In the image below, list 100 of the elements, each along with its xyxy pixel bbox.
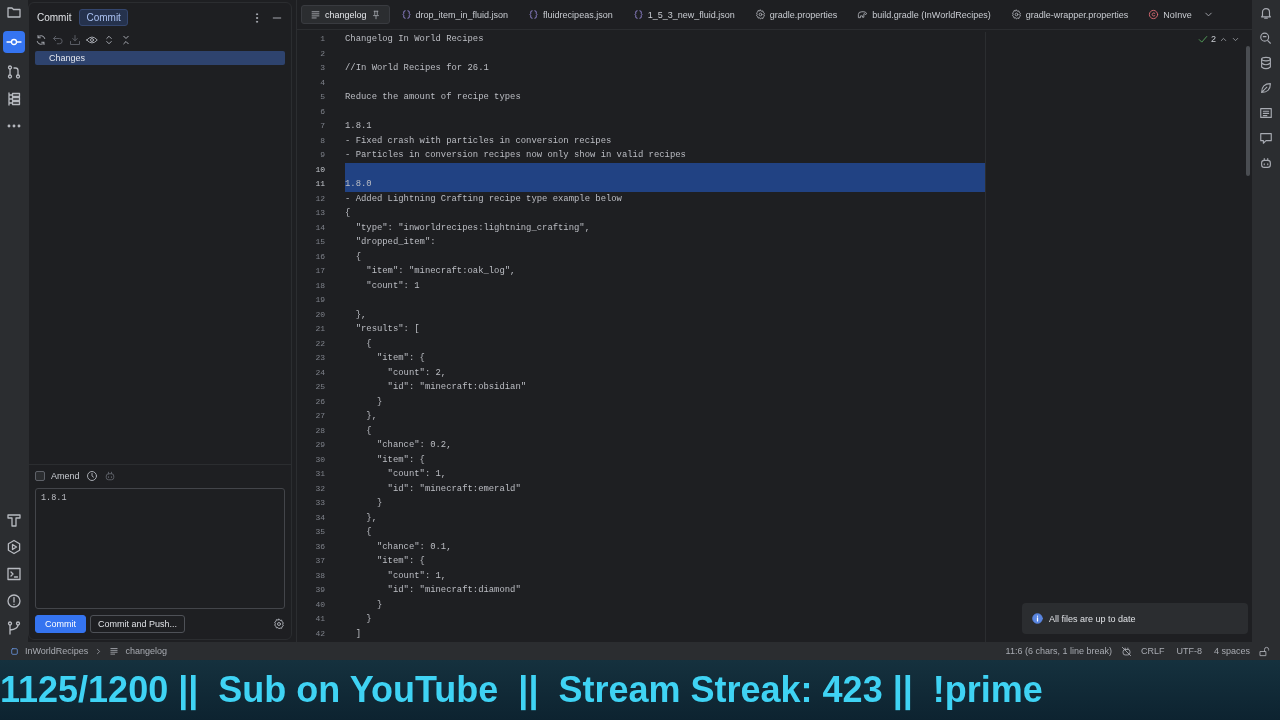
braces-icon (528, 9, 540, 20)
line-number: 6 (320, 106, 325, 116)
file-tab[interactable]: gradle.properties (745, 5, 847, 24)
amend-checkbox[interactable] (35, 471, 45, 481)
code-line: "item": { (375, 352, 426, 365)
file-tab[interactable]: NoInve (1139, 5, 1201, 24)
pin-icon[interactable] (370, 9, 381, 20)
refresh-icon[interactable] (35, 34, 47, 46)
line-number: 5 (320, 92, 325, 101)
inspection-count[interactable]: 2 (1211, 34, 1216, 44)
line-number: 31 (315, 469, 325, 478)
code-line: "id": "minecraft:emerald" (386, 482, 522, 496)
braces-icon (632, 9, 644, 20)
code-line: { (365, 337, 373, 351)
file-tab[interactable]: build.gradle (InWorldRecipes) (848, 5, 1000, 24)
line-number: 27 (315, 411, 325, 420)
database-icon[interactable] (1259, 56, 1273, 70)
line-number: 24 (315, 367, 325, 377)
code-line: { (365, 526, 373, 539)
line-number: 30 (315, 454, 325, 464)
text-file-icon (109, 646, 120, 656)
settings-icon[interactable] (273, 618, 285, 630)
hammer-icon[interactable] (6, 512, 22, 528)
code-line: "item": { (375, 555, 426, 568)
line-number: 40 (315, 599, 325, 609)
commit-and-push-button[interactable]: Commit and Push... (90, 615, 186, 633)
line-number: 37 (315, 556, 325, 565)
problems-icon[interactable] (6, 593, 22, 609)
module-icon (10, 646, 19, 656)
panel-title: Commit (37, 12, 72, 23)
gear-icon (754, 9, 766, 20)
line-number: 12 (315, 193, 325, 203)
changes-node[interactable]: Changes (35, 51, 285, 65)
code-line: }, (365, 410, 378, 423)
bell-icon[interactable] (1259, 6, 1273, 20)
commit-message-field[interactable]: 1.8.1 (35, 488, 285, 609)
code-line: 1.8.1 (345, 120, 373, 133)
code-line: "dropped_item": (354, 236, 437, 249)
amend-label[interactable]: Amend (51, 471, 80, 481)
code-line: }, (365, 511, 378, 525)
line-number: 14 (315, 222, 325, 232)
breadcrumb[interactable]: InWorldRecipes (25, 646, 89, 656)
terminal-icon[interactable] (6, 566, 22, 582)
collapse-icon[interactable] (120, 34, 132, 46)
code-line: ] (354, 627, 362, 641)
tab-label: fluidrecipeas.json (543, 9, 613, 20)
line-number: 39 (315, 585, 325, 594)
list-icon[interactable] (1259, 106, 1273, 120)
git-branch-icon[interactable] (6, 620, 22, 636)
bot-icon[interactable] (1259, 156, 1273, 170)
code-line: { (354, 250, 362, 264)
info-icon (1032, 613, 1043, 624)
line-number: 19 (315, 295, 325, 304)
line-number: 16 (315, 251, 325, 261)
indent-setting[interactable]: 4 spaces (1213, 646, 1250, 656)
file-tab[interactable]: drop_item_in_fluid.json (391, 5, 518, 24)
file-tab[interactable]: 1_5_3_new_fluid.json (623, 5, 744, 24)
caret-position[interactable]: 11:6 (6 chars, 1 line break) (1005, 646, 1112, 656)
run-icon[interactable] (6, 539, 22, 555)
code-line: "results": [ (354, 323, 421, 336)
commit-button[interactable]: Commit (35, 615, 86, 633)
code-line: //In World Recipes for 26.1 (345, 62, 490, 75)
line-number: 32 (315, 483, 325, 493)
line-number: 3 (320, 63, 325, 72)
eye-icon[interactable] (86, 34, 98, 46)
gear-icon (1010, 9, 1022, 20)
breadcrumb[interactable]: changelog (125, 646, 167, 656)
code-line: } (365, 613, 373, 626)
file-tab[interactable]: gradle-wrapper.properties (1001, 5, 1138, 24)
code-line: }, (354, 308, 368, 322)
clock-icon[interactable] (85, 470, 98, 482)
line-number: 11 (315, 179, 325, 188)
code-line: "count": 1 (365, 279, 421, 293)
scrollbar-thumb[interactable] (1246, 46, 1250, 176)
tab-label: 1_5_3_new_fluid.json (647, 9, 735, 20)
undo-icon[interactable] (52, 34, 64, 46)
file-encoding[interactable]: UTF-8 (1176, 646, 1202, 656)
folder-icon[interactable] (6, 4, 22, 20)
commit-icon[interactable] (3, 31, 25, 53)
unlock-icon[interactable] (1259, 645, 1270, 657)
line-separator[interactable]: CRLF (1140, 646, 1165, 656)
download-icon[interactable] (69, 34, 81, 46)
code-line: "chance": 0.1, (375, 540, 453, 554)
expand-icon[interactable] (103, 34, 115, 46)
line-number: 22 (315, 338, 325, 348)
leaf-icon[interactable] (1259, 81, 1273, 95)
commit-tab[interactable]: Commit (79, 9, 128, 26)
pull-request-icon[interactable] (6, 64, 22, 80)
class-icon (1148, 9, 1160, 20)
file-tab[interactable]: fluidrecipeas.json (519, 5, 622, 24)
line-number: 2 (320, 48, 325, 58)
structure-icon[interactable] (6, 91, 22, 107)
line-number: 17 (315, 266, 325, 275)
line-number: 35 (315, 527, 325, 536)
line-number: 34 (315, 512, 325, 522)
line-number: 7 (320, 121, 325, 130)
code-line: "count": 1, (386, 468, 448, 481)
chat-icon[interactable] (1259, 131, 1273, 145)
line-number: 18 (315, 280, 325, 290)
file-tab[interactable]: changelog (301, 5, 390, 24)
